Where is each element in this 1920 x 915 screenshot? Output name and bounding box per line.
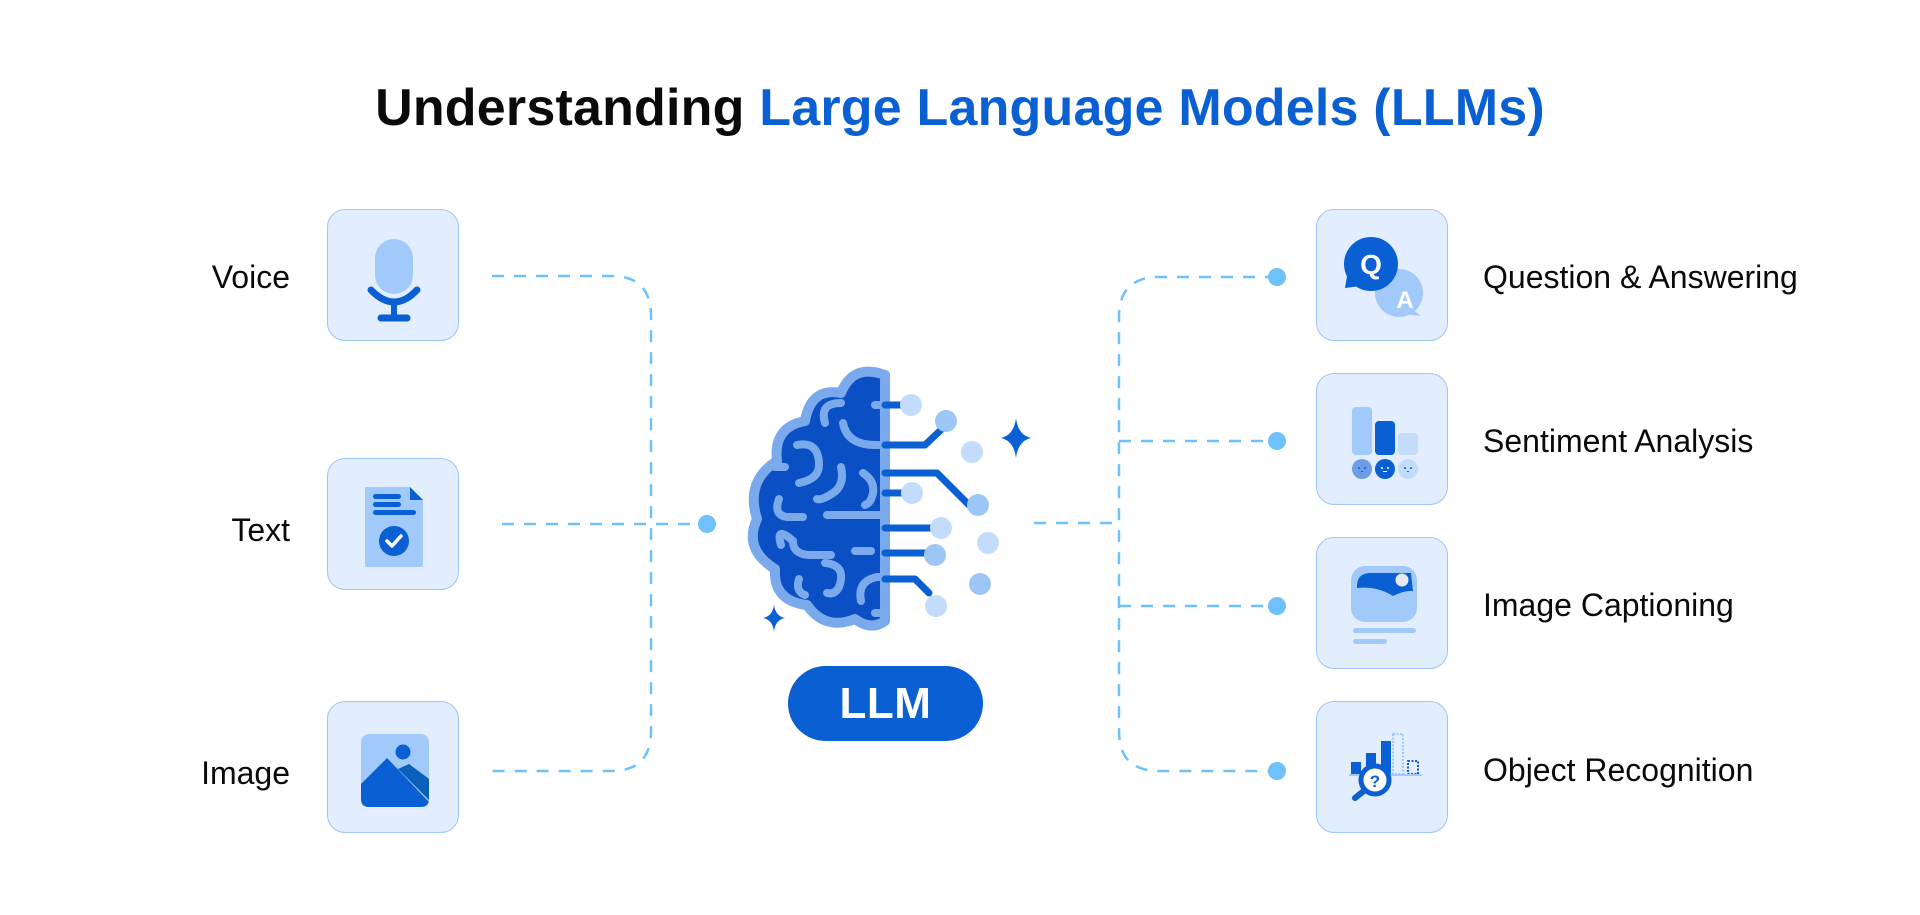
output-label-caption: Image Captioning <box>1483 587 1734 623</box>
input-label-voice: Voice <box>211 259 290 295</box>
qa-q-letter: Q <box>1360 249 1382 280</box>
output-label-sentiment: Sentiment Analysis <box>1483 423 1754 459</box>
output-card-object[interactable]: ? <box>1316 701 1448 833</box>
microphone-icon <box>367 239 421 322</box>
connector-dot-qa <box>1268 268 1286 286</box>
document-check-icon <box>365 487 423 567</box>
picture-icon <box>361 734 429 807</box>
sparkle-icon <box>1001 418 1031 458</box>
output-card-sentiment[interactable] <box>1316 373 1448 505</box>
input-card-image[interactable] <box>327 701 459 833</box>
page-title: Understanding Large Language Models (LLM… <box>0 78 1920 138</box>
connector-dot-caption <box>1268 597 1286 615</box>
question-mark: ? <box>1370 772 1380 791</box>
input-label-text: Text <box>231 512 290 548</box>
brain-circuit-icon <box>747 366 1031 632</box>
connector-dot-input <box>698 515 716 533</box>
output-label-qa: Question & Answering <box>1483 259 1798 295</box>
input-label-image: Image <box>201 755 290 791</box>
qa-chat-icon: Q A <box>1344 237 1423 317</box>
magnifier-chart-icon: ? <box>1349 733 1422 801</box>
output-label-object: Object Recognition <box>1483 752 1754 788</box>
title-highlight: Large Language Models (LLMs) <box>759 79 1545 137</box>
connector-dot-sentiment <box>1268 432 1286 450</box>
connector-outputs <box>1117 275 1277 773</box>
image-caption-icon <box>1351 566 1417 644</box>
sentiment-bars-icon <box>1352 407 1418 479</box>
connector-dot-object <box>1268 762 1286 780</box>
llm-badge: LLM <box>788 666 983 741</box>
output-card-caption[interactable] <box>1316 537 1448 669</box>
qa-a-letter: A <box>1396 287 1413 314</box>
title-prefix: Understanding <box>375 79 760 137</box>
connector-voice <box>492 274 653 773</box>
output-card-qa[interactable]: Q A <box>1316 209 1448 341</box>
input-card-text[interactable] <box>327 458 459 590</box>
input-card-voice[interactable] <box>327 209 459 341</box>
sparkle-icon <box>763 604 785 632</box>
